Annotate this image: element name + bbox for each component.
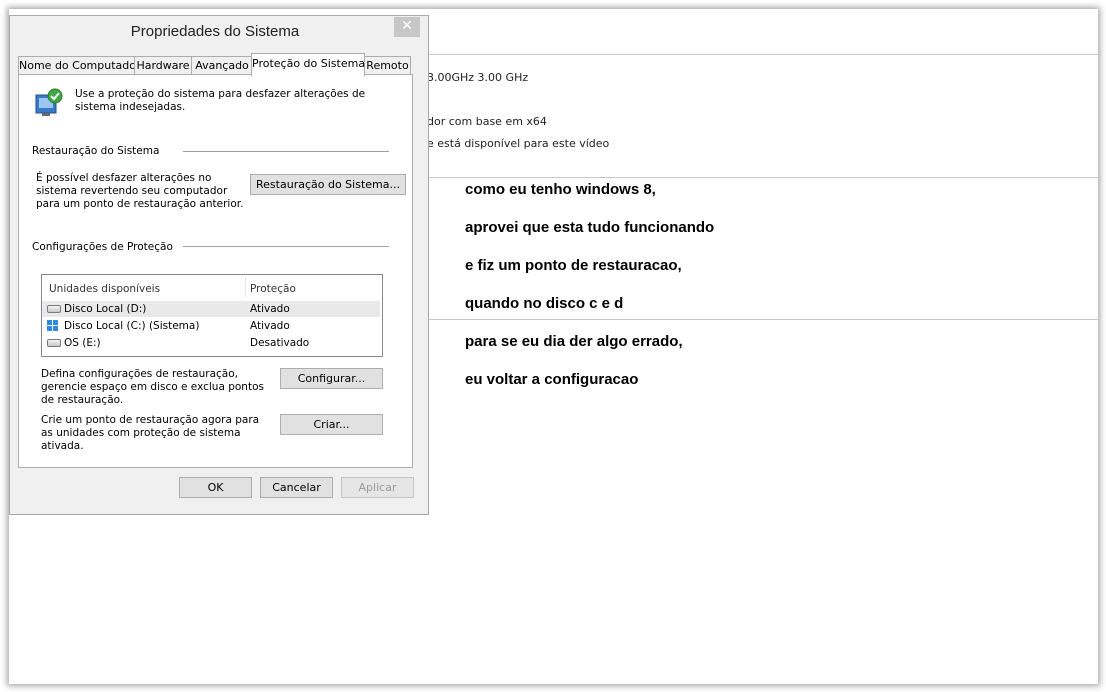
table-row[interactable]: Disco Local (C:) (Sistema) Ativado [42, 318, 380, 334]
ok-button[interactable]: OK [179, 477, 252, 498]
section-divider [183, 151, 389, 152]
column-header-protection[interactable]: Proteção [250, 283, 296, 295]
system-protection-icon [35, 88, 63, 116]
column-header-drives[interactable]: Unidades disponíveis [49, 283, 160, 295]
drive-icon [47, 305, 61, 313]
cancel-button[interactable]: Cancelar [260, 477, 333, 498]
message-line-1: como eu tenho windows 8, [465, 181, 656, 198]
restore-section-label: Restauração do Sistema [32, 145, 160, 157]
pen-touch-text: e está disponível para este vídeo [427, 137, 610, 150]
create-description: Crie um ponto de restauração agora para … [41, 414, 260, 452]
windows-drive-icon [47, 320, 59, 332]
tab-advanced[interactable]: Avançado [191, 56, 253, 75]
drive-status: Desativado [250, 337, 310, 349]
system-protection-panel: Use a proteção do sistema para desfazer … [18, 74, 413, 468]
message-line-5: para se eu dia der algo errado, [465, 333, 683, 350]
close-icon: ✕ [401, 18, 413, 34]
system-properties-dialog: Propriedades do Sistema ✕ Nome do Comput… [9, 15, 429, 515]
table-row[interactable]: OS (E:) Desativado [42, 335, 380, 351]
system-restore-button[interactable]: Restauração do Sistema... [250, 174, 406, 195]
drive-status: Ativado [250, 303, 290, 315]
cpu-speed-text: 3.00GHz 3.00 GHz [427, 71, 529, 84]
message-line-6: eu voltar a configuracao [465, 371, 639, 388]
system-type-text: dor com base em x64 [427, 115, 547, 128]
drive-name: OS (E:) [64, 337, 101, 349]
divider [427, 319, 1098, 320]
tab-system-protection[interactable]: Proteção do Sistema [251, 53, 365, 76]
apply-button[interactable]: Aplicar [341, 477, 414, 498]
restore-description: É possível desfazer alterações no sistem… [36, 172, 244, 210]
tab-remote[interactable]: Remoto [364, 56, 411, 75]
tab-computer-name[interactable]: Nome do Computador [18, 56, 141, 75]
message-line-3: e fiz um ponto de restauracao, [465, 257, 682, 274]
intro-text: Use a proteção do sistema para desfazer … [75, 88, 366, 113]
tab-hardware[interactable]: Hardware [134, 56, 192, 75]
message-line-2: aprovei que esta tudo funcionando [465, 219, 715, 236]
create-button[interactable]: Criar... [280, 414, 383, 435]
protection-section-label: Configurações de Proteção [32, 241, 173, 253]
configure-description: Defina configurações de restauração, ger… [41, 368, 264, 406]
dialog-title: Propriedades do Sistema [130, 23, 300, 40]
close-button[interactable]: ✕ [394, 17, 420, 37]
table-row[interactable]: Disco Local (D:) Ativado [42, 301, 380, 317]
drive-name: Disco Local (C:) (Sistema) [64, 320, 200, 332]
title-bar[interactable]: Propriedades do Sistema ✕ [10, 16, 428, 48]
drive-icon [47, 339, 61, 347]
message-line-4: quando no disco c e d [465, 295, 624, 312]
configure-button[interactable]: Configurar... [280, 368, 383, 389]
drive-name: Disco Local (D:) [64, 303, 147, 315]
section-divider [183, 246, 389, 247]
drive-status: Ativado [250, 320, 290, 332]
column-divider [245, 277, 246, 297]
drives-list[interactable]: Unidades disponíveis Proteção Disco Loca… [41, 274, 383, 357]
divider [427, 177, 1098, 178]
